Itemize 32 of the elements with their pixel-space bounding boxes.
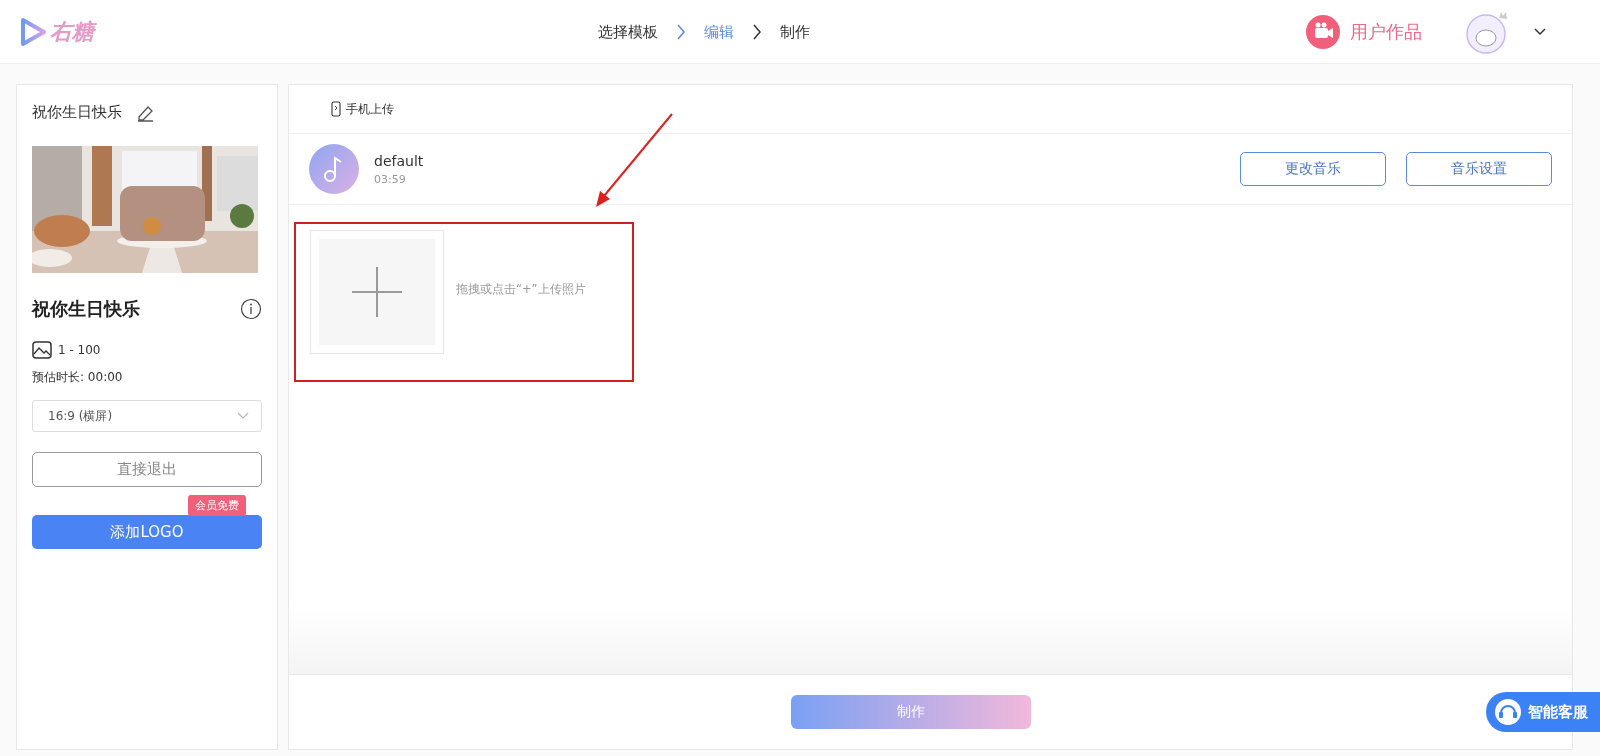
- play-logo-icon: [20, 16, 46, 47]
- chevron-right-icon: [676, 24, 686, 40]
- template-name: 祝你生日快乐: [32, 297, 140, 321]
- music-duration: 03:59: [374, 172, 407, 186]
- step-label[interactable]: 编辑: [704, 22, 734, 42]
- image-icon: [32, 341, 52, 359]
- member-free-badge: 会员免费: [188, 495, 246, 516]
- upload-tile[interactable]: [310, 230, 444, 354]
- camera-icon: [1306, 14, 1340, 49]
- upload-tab[interactable]: 手机上传: [331, 100, 394, 118]
- template-title: 祝你生日快乐: [32, 103, 122, 122]
- step-label[interactable]: 选择模板: [598, 22, 658, 42]
- music-button[interactable]: 更改音乐: [1240, 152, 1386, 186]
- music-title: default: [374, 152, 424, 169]
- chevron-down-icon: [237, 412, 249, 420]
- add-logo-button[interactable]: 添加LOGO: [32, 515, 262, 549]
- music-button[interactable]: 音乐设置: [1406, 152, 1552, 186]
- photo-count-range: 1 - 100: [58, 343, 101, 357]
- plus-icon: [352, 267, 402, 317]
- headset-icon: [1494, 698, 1522, 726]
- music-note-icon: [309, 144, 359, 194]
- step-label[interactable]: 制作: [780, 22, 810, 42]
- phone-icon: [331, 101, 341, 117]
- upload-hint: 拖拽或点击“+”上传照片: [456, 282, 586, 297]
- user-works-link[interactable]: 用户作品: [1306, 14, 1422, 49]
- estimated-duration: 预估时长: 00:00: [32, 369, 124, 386]
- exit-button[interactable]: 直接退出: [32, 452, 262, 487]
- chevron-right-icon: [752, 24, 762, 40]
- customer-service-button[interactable]: 智能客服: [1486, 692, 1600, 732]
- aspect-ratio-select[interactable]: 16:9 (横屏): [32, 400, 262, 432]
- chevron-down-icon: [1534, 27, 1546, 36]
- info-icon: [240, 298, 262, 320]
